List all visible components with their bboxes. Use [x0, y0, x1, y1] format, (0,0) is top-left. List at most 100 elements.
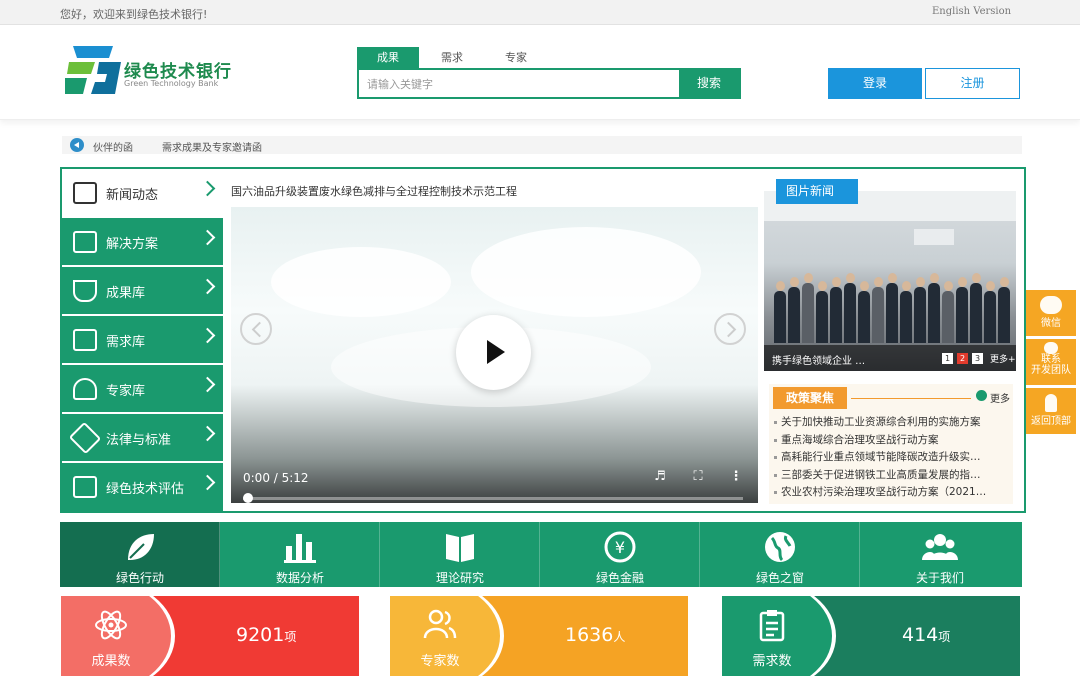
- play-button[interactable]: [456, 315, 531, 390]
- person-figure: [970, 283, 982, 343]
- person-figure: [886, 283, 898, 343]
- menu-item-experts[interactable]: 专家库: [62, 365, 223, 413]
- nav-label: 数据分析: [275, 571, 324, 585]
- policy-tag: 政策聚焦: [773, 387, 847, 409]
- video-time: 0:00 / 5:12: [243, 471, 309, 485]
- experts-icon: [423, 609, 457, 639]
- logo-icon[interactable]: [65, 44, 123, 96]
- person-head: [901, 281, 911, 291]
- policy-focus: 政策聚焦 更多 关于加快推动工业资源综合利用的实施方案 重点海域综合治理攻坚战行…: [769, 384, 1013, 504]
- video-player[interactable]: 0:00 / 5:12 ♬ ⛶ ⋮: [231, 207, 758, 503]
- person-figure: [858, 291, 870, 343]
- previous-slide-button[interactable]: [240, 313, 272, 345]
- wechat-button[interactable]: 微信: [1026, 290, 1076, 336]
- page-number[interactable]: 3: [972, 353, 983, 364]
- person-head: [943, 281, 953, 291]
- person-head: [887, 273, 897, 283]
- nav-item-theory[interactable]: 理论研究: [380, 522, 540, 587]
- person-figure: [816, 291, 828, 343]
- menu-item-label: 解决方案: [106, 237, 159, 252]
- side-menu: 新闻动态 解决方案 成果库 需求库 专家库 法律与标准 绿色技术评估: [62, 169, 223, 513]
- notice-item[interactable]: 需求成果及专家邀请函: [162, 139, 262, 154]
- stat-value: 9201项: [236, 624, 297, 646]
- blueprint-icon: [73, 231, 97, 253]
- more-options-icon[interactable]: ⋮: [727, 469, 745, 487]
- chevron-right-icon: [199, 327, 216, 344]
- person-head: [845, 273, 855, 283]
- person-figure: [872, 287, 884, 343]
- volume-icon[interactable]: ♬: [651, 469, 669, 487]
- menu-item-label: 成果库: [106, 286, 146, 301]
- menu-item-news[interactable]: 新闻动态: [62, 169, 223, 217]
- video-progress-bar[interactable]: [243, 497, 743, 500]
- nav-item-data-analysis[interactable]: 数据分析: [220, 522, 380, 587]
- tab-demand[interactable]: 需求: [421, 47, 483, 69]
- divider: [851, 398, 971, 399]
- notice-item[interactable]: 伙伴的函: [93, 139, 133, 154]
- chevron-right-icon: [199, 474, 216, 491]
- chevron-right-icon: [199, 376, 216, 393]
- nav-item-about-us[interactable]: 关于我们: [860, 522, 1020, 587]
- contact-button[interactable]: 联系 开发团队: [1026, 339, 1076, 385]
- list-item[interactable]: 农业农村污染治理攻坚战行动方案（2021…: [774, 484, 1009, 502]
- fullscreen-icon[interactable]: ⛶: [689, 469, 707, 487]
- report-icon: [73, 476, 97, 498]
- photo-caption[interactable]: 携手绿色领域企业 …: [772, 352, 865, 367]
- menu-item-achievements[interactable]: 成果库: [62, 267, 223, 315]
- menu-item-label: 绿色技术评估: [106, 482, 185, 497]
- stat-card-experts[interactable]: 专家数 1636人: [390, 596, 688, 676]
- person-head: [985, 281, 995, 291]
- law-icon: [68, 421, 102, 455]
- news-title[interactable]: 国六油品升级装置废水绿色减排与全过程控制技术示范工程: [231, 183, 517, 199]
- stat-value: 414项: [902, 624, 951, 646]
- edit-document-icon: [73, 329, 97, 351]
- team-icon: [922, 534, 958, 560]
- chevron-right-icon: [199, 425, 216, 442]
- more-link[interactable]: 更多+: [990, 352, 1016, 365]
- svg-text:¥: ¥: [615, 538, 625, 557]
- login-button[interactable]: 登录: [828, 68, 922, 99]
- search-button[interactable]: 搜索: [679, 70, 739, 97]
- stat-card-demands[interactable]: 需求数 414项: [722, 596, 1020, 676]
- news-photo[interactable]: 携手绿色领域企业 … 1 2 3 更多+: [764, 191, 1016, 371]
- list-item[interactable]: 关于加快推动工业资源综合利用的实施方案: [774, 414, 1009, 432]
- next-slide-button[interactable]: [714, 313, 746, 345]
- plus-icon[interactable]: [976, 390, 987, 401]
- wechat-icon: [1040, 296, 1062, 314]
- nav-item-green-window[interactable]: 绿色之窗: [700, 522, 860, 587]
- tab-achievement[interactable]: 成果: [357, 47, 419, 69]
- menu-item-solutions[interactable]: 解决方案: [62, 218, 223, 266]
- video-progress-handle[interactable]: [243, 493, 253, 503]
- english-version-link[interactable]: English Version: [932, 6, 1011, 17]
- contact-label: 联系 开发团队: [1031, 354, 1071, 376]
- welcome-text: 您好，欢迎来到绿色技术银行!: [60, 8, 208, 21]
- back-to-top-button[interactable]: 返回顶部: [1026, 388, 1076, 434]
- list-item[interactable]: 三部委关于促进钢铁工业高质量发展的指…: [774, 467, 1009, 485]
- bar-chart-icon: [284, 534, 316, 563]
- register-button[interactable]: 注册: [925, 68, 1020, 99]
- page-number[interactable]: 2: [957, 353, 968, 364]
- yuan-icon: ¥: [604, 531, 636, 563]
- policy-more-link[interactable]: 更多: [990, 390, 1010, 405]
- nav-label: 绿色之窗: [755, 571, 804, 585]
- tab-expert[interactable]: 专家: [485, 47, 547, 69]
- nav-item-green-action[interactable]: 绿色行动: [60, 522, 220, 587]
- menu-item-label: 需求库: [106, 335, 146, 350]
- stat-label: 成果数: [91, 654, 131, 669]
- menu-item-label: 新闻动态: [106, 188, 159, 203]
- menu-item-assessment[interactable]: 绿色技术评估: [62, 463, 223, 513]
- list-item[interactable]: 高耗能行业重点领域节能降碳改造升级实…: [774, 449, 1009, 467]
- person-figure: [914, 287, 926, 343]
- person-figure: [830, 287, 842, 343]
- menu-item-demands[interactable]: 需求库: [62, 316, 223, 364]
- page-number[interactable]: 1: [942, 353, 953, 364]
- list-item[interactable]: 重点海域综合治理攻坚战行动方案: [774, 432, 1009, 450]
- stat-card-achievements[interactable]: 成果数 9201项: [61, 596, 359, 676]
- newspaper-icon: [73, 182, 97, 204]
- menu-item-law[interactable]: 法律与标准: [62, 414, 223, 462]
- person-head: [929, 273, 939, 283]
- search-input[interactable]: [367, 74, 667, 94]
- leaf-icon: [128, 534, 154, 560]
- person-head: [999, 277, 1009, 287]
- nav-item-green-finance[interactable]: ¥ 绿色金融: [540, 522, 700, 587]
